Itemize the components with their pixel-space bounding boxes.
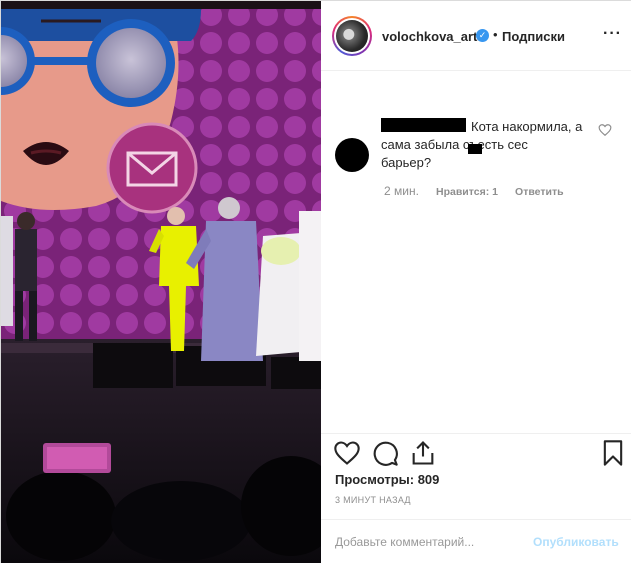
more-options-icon[interactable]: ··· xyxy=(603,25,622,43)
comment-icon[interactable] xyxy=(371,439,399,467)
publish-button[interactable]: Опубликовать xyxy=(533,535,619,549)
comment-line-2-end: с xyxy=(521,137,528,152)
heart-icon[interactable] xyxy=(333,439,361,467)
comment-like-heart-icon[interactable] xyxy=(598,123,612,137)
author-avatar[interactable] xyxy=(332,16,372,56)
verified-badge-icon: ✓ xyxy=(476,29,489,42)
redacted-word xyxy=(468,144,482,154)
post-header: volochkova_art ✓ • Подписки ··· xyxy=(321,1,631,71)
comment-input[interactable] xyxy=(335,533,535,551)
comment-likes[interactable]: Нравится: 1 xyxy=(436,186,498,198)
author-username[interactable]: volochkova_art xyxy=(382,29,477,44)
post-modal: volochkova_art ✓ • Подписки ··· Кота нак… xyxy=(0,0,631,563)
video-frame xyxy=(1,1,321,563)
comment-time: 2 мин. xyxy=(384,184,419,198)
redacted-commenter-name xyxy=(381,118,466,132)
following-button[interactable]: Подписки xyxy=(502,29,565,44)
add-comment-bar: Опубликовать xyxy=(321,519,631,563)
post-actions xyxy=(321,433,631,473)
reply-button[interactable]: Ответить xyxy=(515,186,564,198)
comment-line-3: барьер? xyxy=(381,155,432,170)
post-video[interactable] xyxy=(1,1,321,563)
share-icon[interactable] xyxy=(409,439,437,467)
posted-time[interactable]: 3 МИНУТ НАЗАД xyxy=(335,495,411,505)
envelope-icon xyxy=(106,122,198,214)
post-panel: volochkova_art ✓ • Подписки ··· Кота нак… xyxy=(321,1,631,563)
header-separator: • xyxy=(493,27,498,42)
bookmark-icon[interactable] xyxy=(599,439,627,467)
views-count[interactable]: Просмотры: 809 xyxy=(335,472,439,487)
performer-left xyxy=(1,212,37,341)
comment-line-1: Кота накормила, а xyxy=(471,119,583,134)
commenter-avatar[interactable] xyxy=(335,138,369,172)
comment-line-2: сама забыла съесть се xyxy=(381,137,522,152)
comment-meta: 2 мин. Нравится: 1 Ответить xyxy=(384,184,578,198)
